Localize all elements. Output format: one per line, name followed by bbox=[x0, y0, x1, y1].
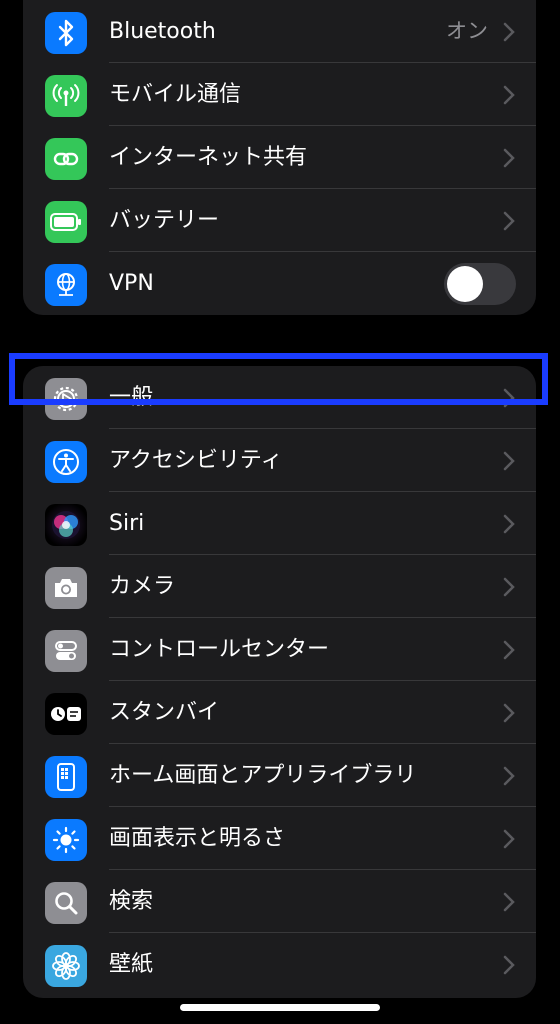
settings-row-accessibility[interactable]: アクセシビリティ bbox=[23, 429, 536, 492]
chevron-right-icon bbox=[503, 829, 515, 849]
bluetooth-icon bbox=[45, 12, 87, 54]
chevron-right-icon bbox=[503, 388, 515, 408]
toggle-knob bbox=[447, 266, 483, 302]
chevron-right-icon bbox=[503, 892, 515, 912]
home-indicator[interactable] bbox=[180, 1004, 380, 1011]
chevron-right-icon bbox=[503, 640, 515, 660]
settings-item-label: ホーム画面とアプリライブラリ bbox=[109, 763, 417, 788]
settings-row-vpn: VPN bbox=[23, 252, 536, 315]
general-settings-group: 一般 アクセシビリティ Siri カメラ コントロールセンター スタンバイ ホー… bbox=[23, 366, 536, 998]
link-icon bbox=[45, 138, 87, 180]
chevron-right-icon bbox=[503, 148, 515, 168]
settings-row-search[interactable]: 検索 bbox=[23, 870, 536, 933]
wallpaper-flower-icon bbox=[45, 945, 87, 987]
brightness-icon bbox=[45, 819, 87, 861]
settings-item-label: Siri bbox=[109, 511, 145, 536]
battery-label: バッテリー bbox=[109, 208, 220, 233]
settings-row-siri[interactable]: Siri bbox=[23, 492, 536, 555]
connectivity-settings-group: Bluetooth オン モバイル通信 インターネット共有 バッテリー VPN bbox=[23, 0, 536, 315]
chevron-right-icon bbox=[503, 22, 515, 42]
settings-row-display[interactable]: 画面表示と明るさ bbox=[23, 807, 536, 870]
chevron-right-icon bbox=[503, 766, 515, 786]
settings-row-battery[interactable]: バッテリー bbox=[23, 189, 536, 252]
chevron-right-icon bbox=[503, 451, 515, 471]
search-icon bbox=[45, 882, 87, 924]
chevron-right-icon bbox=[503, 955, 515, 975]
settings-item-label: 壁紙 bbox=[109, 952, 154, 977]
chevron-right-icon bbox=[503, 85, 515, 105]
home-screen-icon bbox=[45, 756, 87, 798]
settings-item-label: コントロールセンター bbox=[109, 637, 330, 662]
chevron-right-icon bbox=[503, 577, 515, 597]
vpn-toggle[interactable] bbox=[444, 263, 516, 305]
settings-row-home-screen[interactable]: ホーム画面とアプリライブラリ bbox=[23, 744, 536, 807]
bluetooth-label: Bluetooth bbox=[109, 19, 216, 44]
hotspot-label: インターネット共有 bbox=[109, 145, 308, 170]
accessibility-icon bbox=[45, 441, 87, 483]
settings-row-bluetooth[interactable]: Bluetooth オン bbox=[23, 0, 536, 63]
control-center-icon bbox=[45, 630, 87, 672]
mobile-label: モバイル通信 bbox=[109, 82, 242, 107]
settings-item-label: 検索 bbox=[109, 889, 154, 914]
vpn-label: VPN bbox=[109, 271, 154, 296]
chevron-right-icon bbox=[503, 514, 515, 534]
settings-row-standby[interactable]: スタンバイ bbox=[23, 681, 536, 744]
settings-item-label: カメラ bbox=[109, 574, 176, 599]
settings-item-label: 画面表示と明るさ bbox=[109, 826, 286, 851]
bluetooth-status: オン bbox=[446, 19, 488, 43]
chevron-right-icon bbox=[503, 211, 515, 231]
settings-row-hotspot[interactable]: インターネット共有 bbox=[23, 126, 536, 189]
siri-icon bbox=[45, 504, 87, 546]
antenna-icon bbox=[45, 75, 87, 117]
battery-icon bbox=[45, 201, 87, 243]
settings-row-camera[interactable]: カメラ bbox=[23, 555, 536, 618]
standby-icon bbox=[45, 693, 87, 735]
settings-item-label: 一般 bbox=[109, 385, 154, 410]
chevron-right-icon bbox=[503, 703, 515, 723]
settings-row-wallpaper[interactable]: 壁紙 bbox=[23, 933, 536, 996]
globe-network-icon bbox=[45, 264, 87, 306]
settings-item-label: アクセシビリティ bbox=[109, 448, 283, 473]
settings-row-mobile[interactable]: モバイル通信 bbox=[23, 63, 536, 126]
settings-item-label: スタンバイ bbox=[109, 700, 220, 725]
settings-row-general[interactable]: 一般 bbox=[23, 366, 536, 429]
gear-icon bbox=[45, 378, 87, 420]
camera-icon bbox=[45, 567, 87, 609]
settings-row-control-center[interactable]: コントロールセンター bbox=[23, 618, 536, 681]
